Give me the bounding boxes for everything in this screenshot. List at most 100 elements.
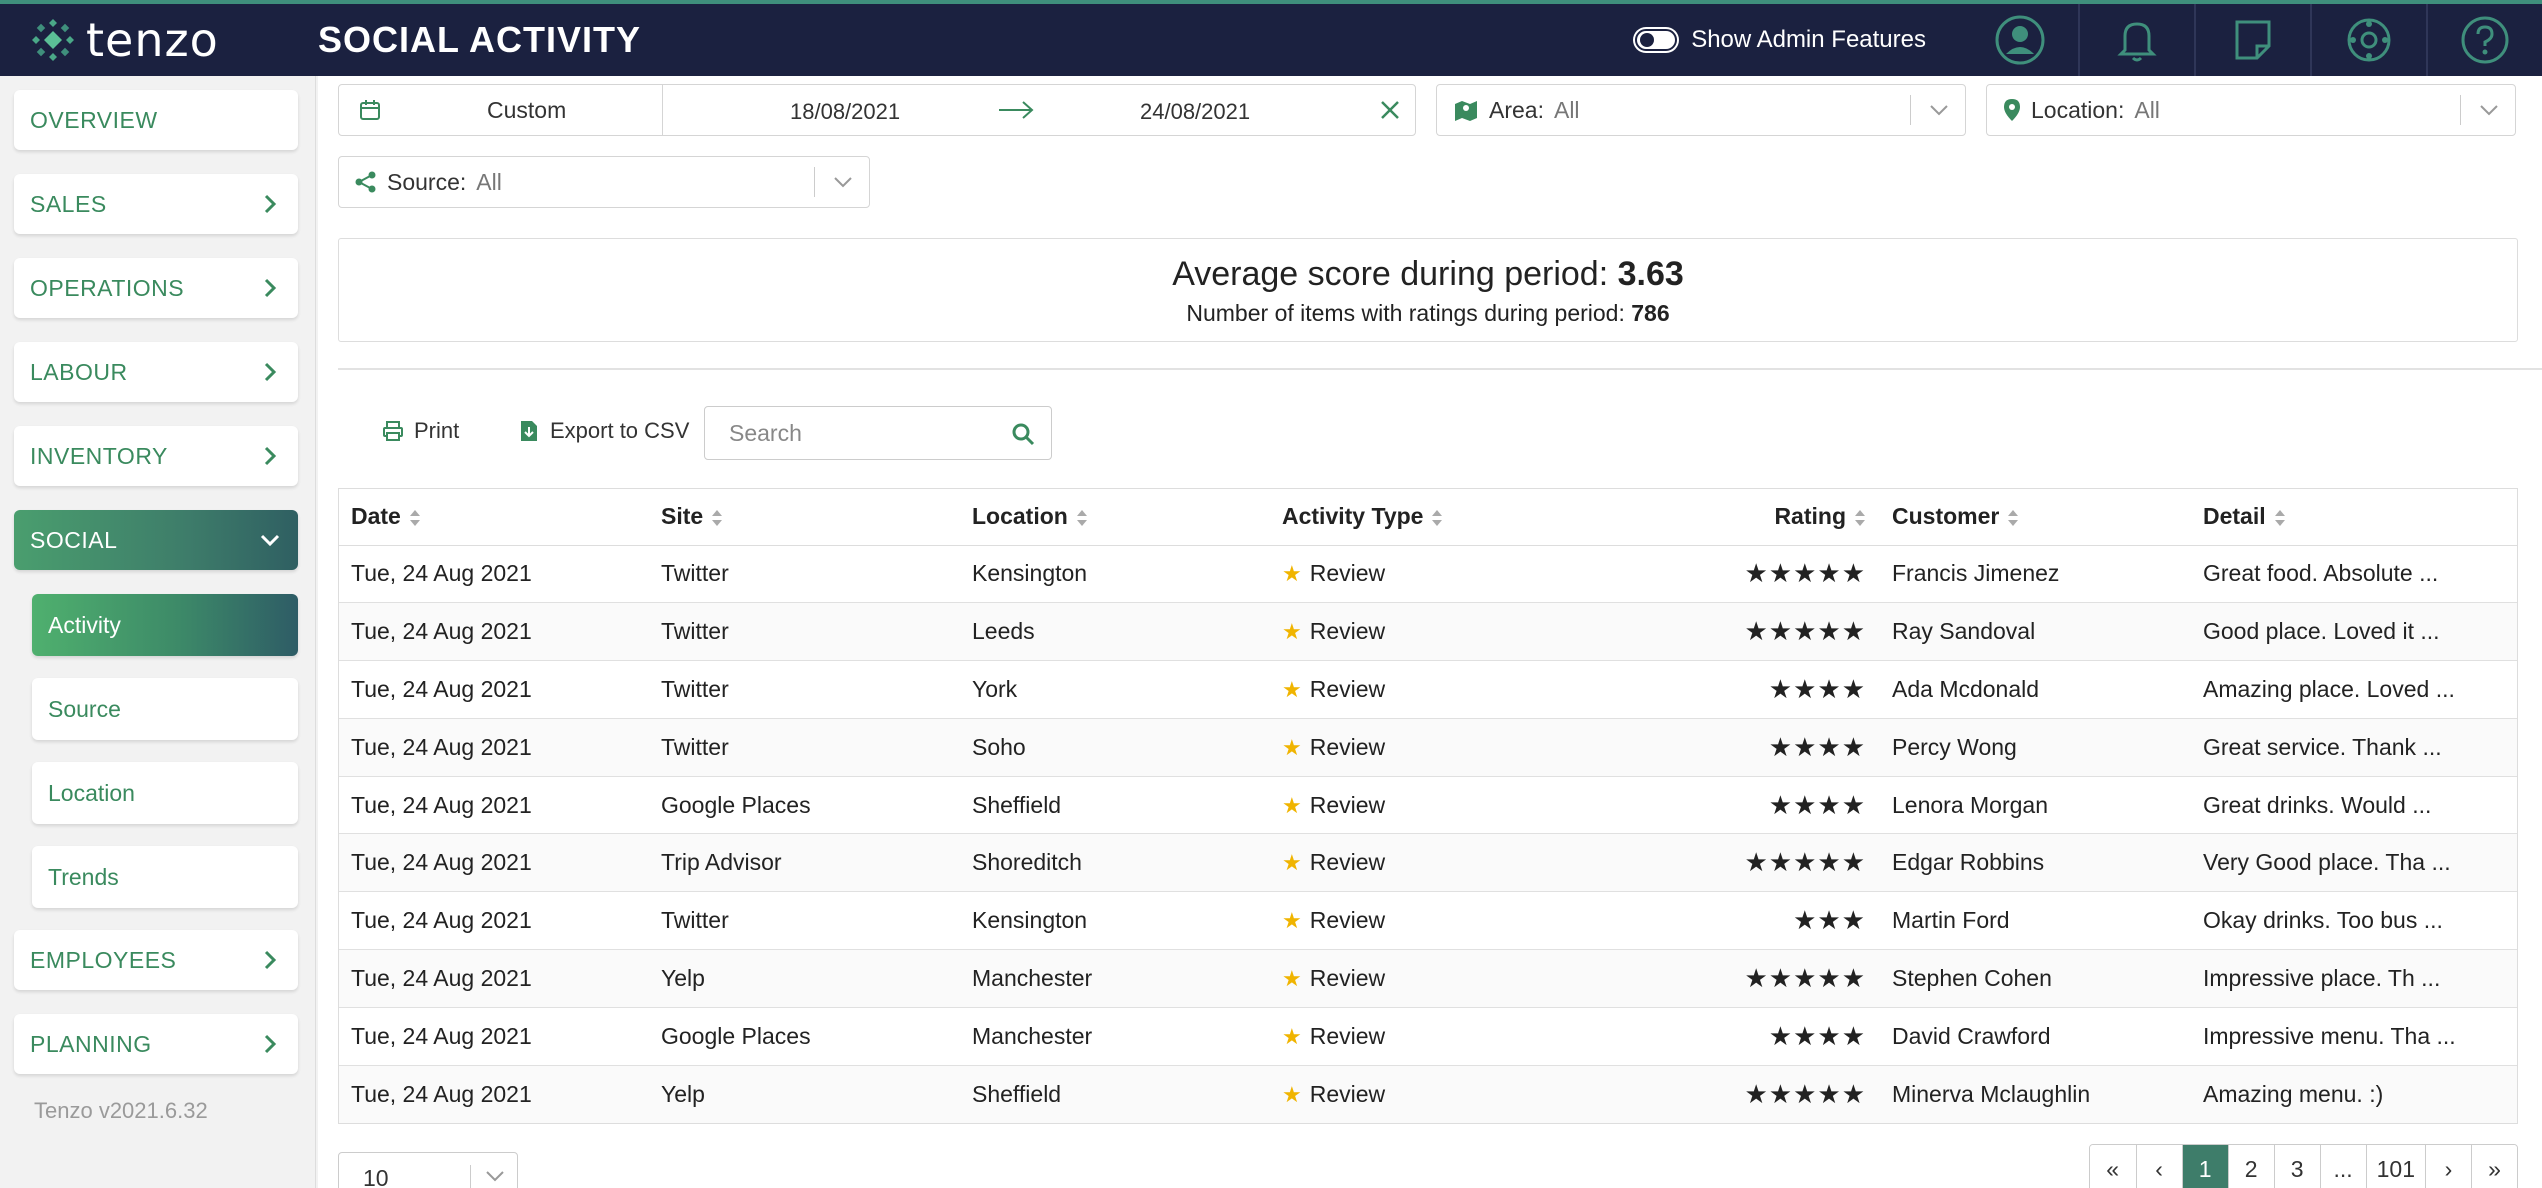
table-row[interactable]: Tue, 24 Aug 2021 Twitter Kensington ★ Review…	[339, 545, 2517, 604]
pagination-item[interactable]: ‹	[2135, 1145, 2182, 1188]
table-row[interactable]: Tue, 24 Aug 2021 Twitter Kensington ★ Review…	[339, 891, 2517, 951]
settings-icon[interactable]	[2310, 4, 2426, 76]
site-text: Google Places	[661, 791, 811, 818]
customer-text: Ray Sandoval	[1892, 618, 2036, 645]
date-mode-select[interactable]: Custom	[339, 85, 663, 135]
sort-icon[interactable]	[1431, 508, 1443, 528]
pagination-item[interactable]: ...	[2319, 1145, 2366, 1188]
date-to-input[interactable]: 24/08/2021	[1140, 99, 1250, 125]
date-text: Tue, 24 Aug 2021	[351, 907, 532, 934]
date-range-filter[interactable]: Custom 18/08/2021 24/08/2021	[338, 84, 1416, 136]
sidebar-item-label: SOCIAL	[30, 526, 118, 553]
sidebar-item-inventory[interactable]: INVENTORY	[14, 426, 298, 486]
area-filter[interactable]: Area: All	[1436, 84, 1966, 136]
column-header-detail[interactable]: Detail	[2191, 489, 2517, 546]
sidebar-subitem-activity[interactable]: Activity	[32, 594, 298, 656]
star-icon: ★	[1282, 1023, 1302, 1049]
admin-features-label: Show Admin Features	[1691, 26, 1926, 53]
column-header-date[interactable]: Date	[339, 489, 649, 546]
pagination-item[interactable]: 2	[2227, 1145, 2274, 1188]
table-row[interactable]: Tue, 24 Aug 2021 Twitter York ★ Review ★★★★ Ad…	[339, 660, 2517, 719]
pagination-item[interactable]: 101	[2365, 1145, 2425, 1188]
sidebar-item-social[interactable]: SOCIAL	[14, 510, 298, 570]
table-row[interactable]: Tue, 24 Aug 2021 Twitter Leeds ★ Review ★★★★★…	[339, 602, 2517, 662]
help-icon[interactable]	[2426, 4, 2542, 76]
detail-cell: Great food. Absolute ...	[2191, 545, 2517, 604]
pagination-item[interactable]: 3	[2273, 1145, 2320, 1188]
sidebar-item-labour[interactable]: LABOUR	[14, 342, 298, 402]
page-size-select[interactable]: 10	[338, 1152, 518, 1188]
sidebar-item-label: INVENTORY	[30, 442, 168, 469]
sort-icon[interactable]	[2007, 508, 2019, 528]
table-row[interactable]: Tue, 24 Aug 2021 Twitter Soho ★ Review ★★★★ Pe…	[339, 718, 2517, 777]
table-row[interactable]: Tue, 24 Aug 2021 Yelp Sheffield ★ Review ★★★★…	[339, 1065, 2517, 1123]
column-header-activity-type[interactable]: Activity Type	[1270, 489, 1580, 546]
column-header-location[interactable]: Location	[960, 489, 1270, 546]
sort-icon[interactable]	[1076, 508, 1088, 528]
pagination-item[interactable]: 1	[2181, 1145, 2228, 1188]
activity-type-label: Review	[1309, 560, 1386, 587]
location-text: Manchester	[972, 1022, 1093, 1049]
site-cell: Yelp	[649, 949, 960, 1008]
rating-stars: ★★★★	[1768, 673, 1866, 704]
date-text: Tue, 24 Aug 2021	[351, 1080, 532, 1107]
location-dropdown-toggle[interactable]	[2460, 95, 2499, 125]
sidebar-subitem-source[interactable]: Source	[32, 678, 298, 740]
close-icon[interactable]	[1377, 97, 1403, 123]
sidebar-subitem-location[interactable]: Location	[32, 762, 298, 824]
print-button[interactable]: Print	[382, 418, 459, 444]
customer-cell: Lenora Morgan	[1880, 776, 2191, 835]
sidebar-item-operations[interactable]: OPERATIONS	[14, 258, 298, 318]
location-text: Sheffield	[972, 791, 1062, 818]
site-cell: Twitter	[649, 660, 960, 719]
source-dropdown-toggle[interactable]	[814, 167, 853, 197]
rating-stars: ★★★★★	[1744, 847, 1866, 878]
pagination-item[interactable]: »	[2471, 1145, 2517, 1188]
area-dropdown-toggle[interactable]	[1910, 95, 1949, 125]
location-pin-icon	[2004, 99, 2020, 121]
admin-features-toggle[interactable]: Show Admin Features	[1635, 26, 1926, 54]
rating-stars: ★★★★★	[1744, 1078, 1866, 1109]
bell-icon[interactable]	[2078, 4, 2194, 76]
sort-icon[interactable]	[1854, 508, 1866, 528]
sort-icon[interactable]	[2274, 508, 2286, 528]
sort-icon[interactable]	[409, 508, 421, 528]
sidebar-subitem-trends[interactable]: Trends	[32, 846, 298, 908]
pagination-item[interactable]: «	[2089, 1145, 2136, 1188]
sidebar-item-sales[interactable]: SALES	[14, 174, 298, 234]
column-header-customer[interactable]: Customer	[1880, 489, 2191, 546]
table-row[interactable]: Tue, 24 Aug 2021 Trip Advisor Shoreditch ★ R…	[339, 833, 2517, 893]
brand[interactable]: tenzo	[0, 4, 318, 76]
sort-icon[interactable]	[711, 508, 723, 528]
user-icon[interactable]	[1962, 4, 2078, 76]
column-header-rating[interactable]: Rating	[1580, 489, 1880, 546]
date-from-input[interactable]: 18/08/2021	[790, 99, 900, 125]
star-icon: ★	[1282, 676, 1302, 702]
note-icon[interactable]	[2194, 4, 2310, 76]
date-text: Tue, 24 Aug 2021	[351, 1022, 532, 1049]
location-filter[interactable]: Location: All	[1986, 84, 2516, 136]
detail-cell: Great service. Thank ...	[2191, 718, 2517, 777]
table-row[interactable]: Tue, 24 Aug 2021 Yelp Manchester ★ Review ★★★…	[339, 949, 2517, 1008]
date-cell: Tue, 24 Aug 2021	[339, 718, 649, 777]
table-row[interactable]: Tue, 24 Aug 2021 Google Places Sheffield ★ R…	[339, 776, 2517, 835]
site-text: Google Places	[661, 1022, 811, 1049]
location-cell: Sheffield	[960, 776, 1270, 835]
page-size-dropdown-toggle[interactable]	[470, 1165, 505, 1188]
location-cell: Kensington	[960, 545, 1270, 604]
table-row[interactable]: Tue, 24 Aug 2021 Google Places Manchester ★…	[339, 1007, 2517, 1066]
search-icon[interactable]	[1011, 422, 1035, 446]
sidebar-item-employees[interactable]: EMPLOYEES	[14, 930, 298, 990]
customer-text: Francis Jimenez	[1892, 560, 2060, 587]
sidebar-item-planning[interactable]: PLANNING	[14, 1014, 298, 1074]
search-input[interactable]: Search	[704, 406, 1052, 460]
export-csv-button[interactable]: Export to CSV	[518, 418, 689, 444]
sidebar-item-overview[interactable]: OVERVIEW	[14, 90, 298, 150]
toggle-switch[interactable]	[1635, 29, 1678, 51]
source-filter-label: Source:	[387, 168, 467, 195]
site-text: Twitter	[661, 618, 729, 645]
column-header-label: Date	[351, 503, 401, 530]
source-filter[interactable]: Source: All	[338, 156, 870, 208]
pagination-item[interactable]: ›	[2425, 1145, 2471, 1188]
column-header-site[interactable]: Site	[649, 489, 960, 546]
